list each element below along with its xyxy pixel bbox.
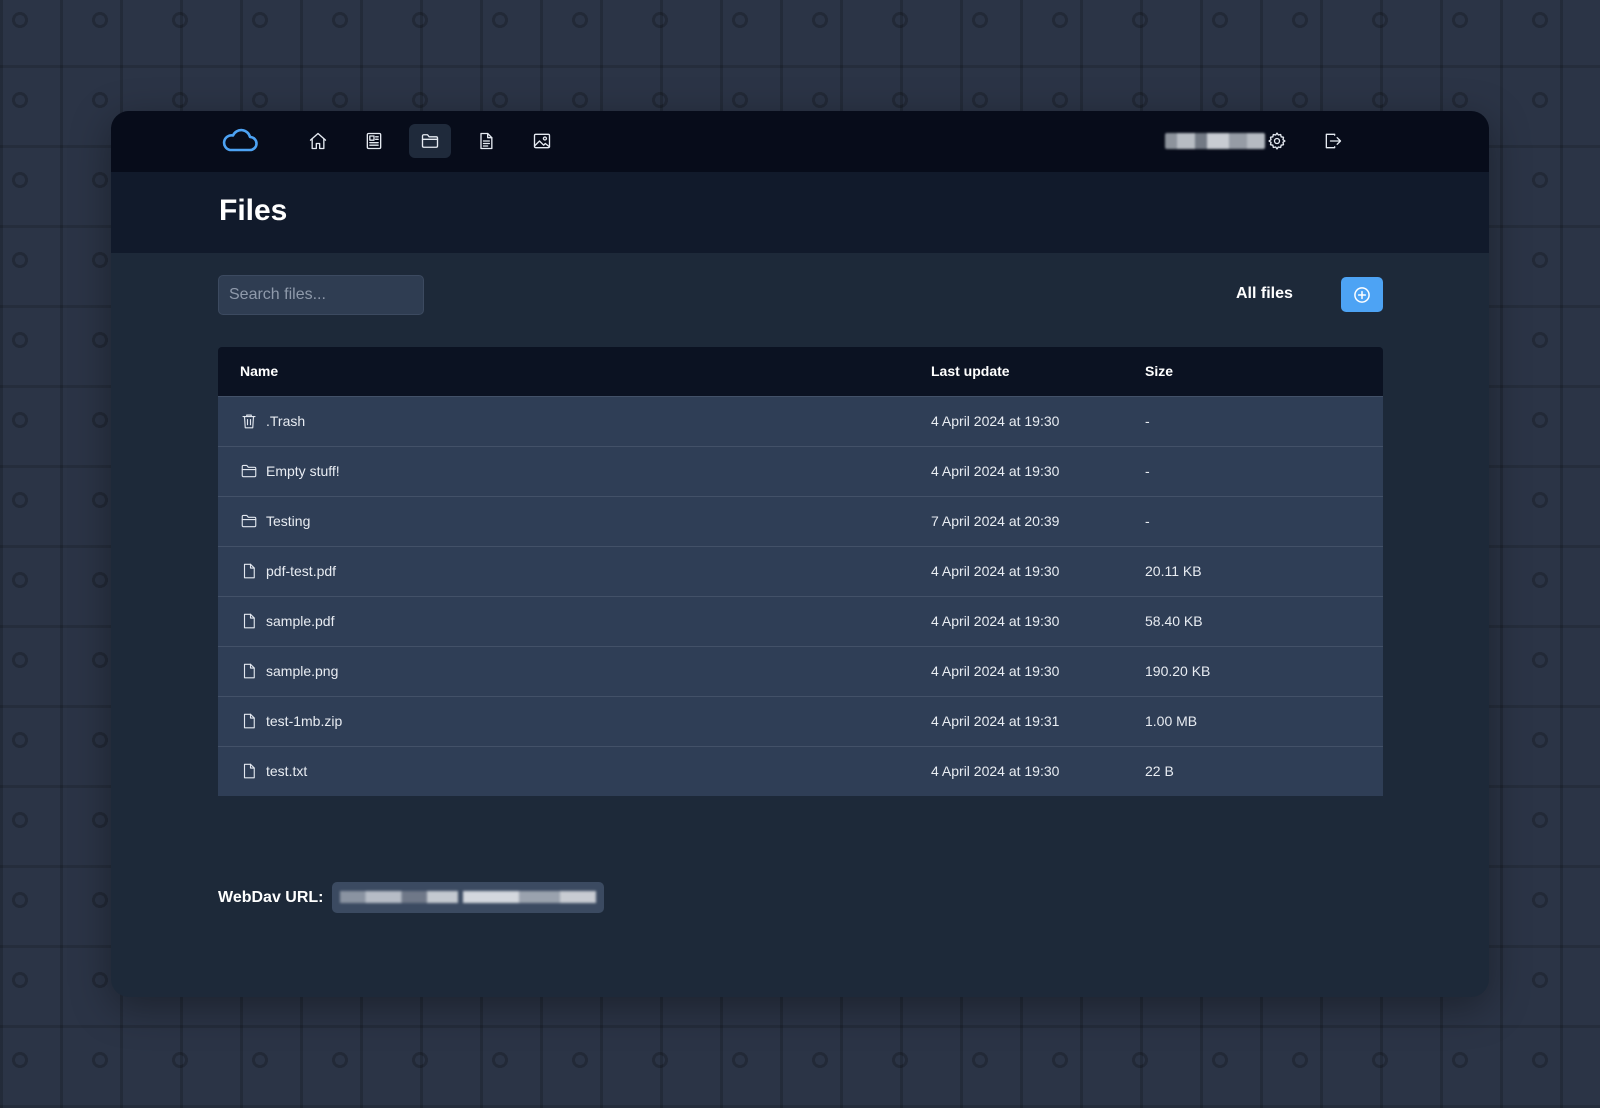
file-last-update: 4 April 2024 at 19:31 [931, 713, 1060, 729]
settings-button[interactable] [1256, 124, 1298, 158]
webdav-section: WebDav URL: [218, 882, 604, 913]
table-row[interactable]: Testing 7 April 2024 at 20:39 - [218, 496, 1383, 546]
webdav-label: WebDav URL: [218, 888, 324, 906]
file-last-update: 7 April 2024 at 20:39 [931, 513, 1060, 529]
file-size: 22 B [1145, 763, 1174, 779]
logout-icon [1325, 133, 1342, 149]
table-row[interactable]: sample.pdf 4 April 2024 at 19:30 58.40 K… [218, 596, 1383, 646]
file-size: - [1145, 463, 1150, 479]
table-row[interactable]: Empty stuff! 4 April 2024 at 19:30 - [218, 446, 1383, 496]
file-name: Testing [266, 513, 311, 529]
app-window: Files All files Name Last update Size .T… [111, 111, 1489, 997]
file-size: 190.20 KB [1145, 663, 1211, 679]
newspaper-icon [366, 132, 382, 150]
cloud-logo-icon[interactable] [221, 128, 259, 154]
page-title: Files [219, 194, 288, 227]
table-row[interactable]: .Trash 4 April 2024 at 19:30 - [218, 396, 1383, 446]
add-file-button[interactable] [1341, 277, 1383, 312]
table-row[interactable]: pdf-test.pdf 4 April 2024 at 19:30 20.11… [218, 546, 1383, 596]
file-last-update: 4 April 2024 at 19:30 [931, 663, 1060, 679]
table-header: Name Last update Size [218, 347, 1383, 396]
file-icon [240, 712, 258, 730]
file-icon [240, 562, 258, 580]
folder-icon [240, 512, 258, 530]
nav-notes-button[interactable] [353, 124, 395, 158]
file-icon [240, 612, 258, 630]
column-header-name[interactable]: Name [240, 363, 278, 379]
table-row[interactable]: test.txt 4 April 2024 at 19:30 22 B [218, 746, 1383, 796]
home-icon [309, 132, 327, 150]
plus-circle-icon [1354, 286, 1370, 303]
username-redacted[interactable] [1165, 133, 1265, 149]
nav-home-button[interactable] [297, 124, 339, 158]
file-last-update: 4 April 2024 at 19:30 [931, 763, 1060, 779]
logout-button[interactable] [1312, 124, 1354, 158]
files-table: Name Last update Size .Trash 4 April 202… [218, 347, 1383, 796]
file-size: - [1145, 413, 1150, 429]
file-last-update: 4 April 2024 at 19:30 [931, 563, 1060, 579]
folder-icon [240, 462, 258, 480]
column-header-last-update[interactable]: Last update [931, 363, 1010, 379]
file-size: 58.40 KB [1145, 613, 1203, 629]
nav-photos-button[interactable] [521, 124, 563, 158]
trash-icon [240, 412, 258, 430]
file-last-update: 4 April 2024 at 19:30 [931, 613, 1060, 629]
file-name: Empty stuff! [266, 463, 340, 479]
nav-files-button[interactable] [409, 124, 451, 158]
file-name: pdf-test.pdf [266, 563, 337, 579]
image-icon [533, 133, 551, 149]
file-name: test.txt [266, 763, 308, 779]
file-size: - [1145, 513, 1150, 529]
table-row[interactable]: test-1mb.zip 4 April 2024 at 19:31 1.00 … [218, 696, 1383, 746]
file-last-update: 4 April 2024 at 19:30 [931, 413, 1060, 429]
file-name: test-1mb.zip [266, 713, 343, 729]
settings-gear-icon [1268, 132, 1286, 150]
file-name: sample.png [266, 663, 339, 679]
table-row[interactable]: sample.png 4 April 2024 at 19:30 190.20 … [218, 646, 1383, 696]
file-icon [240, 662, 258, 680]
document-icon [480, 132, 493, 150]
file-name: .Trash [266, 413, 306, 429]
folder-icon [421, 134, 439, 148]
file-icon [240, 762, 258, 780]
nav-documents-button[interactable] [465, 124, 507, 158]
file-size: 20.11 KB [1145, 563, 1202, 579]
top-navigation-bar [111, 111, 1489, 172]
file-last-update: 4 April 2024 at 19:30 [931, 463, 1060, 479]
filter-label[interactable]: All files [1236, 285, 1293, 303]
search-input[interactable] [218, 275, 424, 315]
page-header: Files [111, 172, 1489, 253]
file-size: 1.00 MB [1145, 713, 1198, 729]
file-name: sample.pdf [266, 613, 335, 629]
webdav-url-redacted[interactable] [331, 882, 604, 913]
column-header-size[interactable]: Size [1145, 363, 1173, 379]
